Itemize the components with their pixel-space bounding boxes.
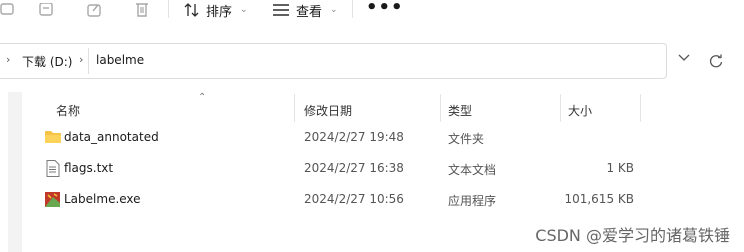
command-bar: 排序 ⌄ 查看 ⌄ ••• bbox=[0, 0, 744, 24]
file-row[interactable]: flags.txt 2024/2/27 16:38 文本文档 1 KB bbox=[30, 153, 650, 183]
sort-dropdown[interactable]: 排序 ⌄ bbox=[184, 0, 248, 20]
copy-icon bbox=[39, 3, 53, 16]
sort-label: 排序 bbox=[206, 4, 233, 20]
file-date: 2024/2/27 10:56 bbox=[304, 192, 404, 206]
chevron-down-icon: ⌄ bbox=[240, 5, 248, 15]
chevron-right-icon[interactable]: › bbox=[6, 53, 10, 66]
refresh-button[interactable] bbox=[708, 53, 724, 73]
file-row[interactable]: Labelme.exe 2024/2/27 10:56 应用程序 101,615… bbox=[30, 184, 650, 214]
more-options-button[interactable]: ••• bbox=[366, 0, 404, 17]
file-date: 2024/2/27 16:38 bbox=[304, 161, 404, 175]
file-size: 101,615 KB bbox=[564, 192, 634, 206]
share-button[interactable] bbox=[86, 0, 104, 20]
toolbar-divider bbox=[352, 0, 353, 18]
chevron-right-icon[interactable]: › bbox=[79, 53, 83, 66]
column-header-size[interactable]: 大小 bbox=[568, 102, 592, 119]
delete-button[interactable] bbox=[133, 0, 151, 20]
address-bar-row: › 下载 (D:) › labelme bbox=[0, 43, 744, 79]
chevron-down-icon: ⌄ bbox=[330, 5, 338, 15]
cut-button[interactable] bbox=[0, 0, 16, 20]
breadcrumb-drive[interactable]: 下载 (D:) bbox=[22, 53, 72, 70]
file-type: 文本文档 bbox=[448, 163, 497, 177]
file-type: 应用程序 bbox=[448, 194, 497, 208]
file-name: Labelme.exe bbox=[64, 192, 141, 206]
chevron-down-icon bbox=[678, 54, 690, 61]
cut-icon bbox=[0, 3, 14, 15]
refresh-icon bbox=[709, 54, 723, 68]
file-row[interactable]: data_annotated 2024/2/27 19:48 文件夹 bbox=[30, 122, 650, 152]
file-name: data_annotated bbox=[64, 130, 159, 144]
view-label: 查看 bbox=[296, 4, 323, 20]
breadcrumb-divider bbox=[88, 48, 89, 74]
sort-icon bbox=[184, 3, 199, 17]
column-divider[interactable] bbox=[294, 94, 295, 122]
navigation-pane-edge bbox=[8, 92, 22, 252]
file-date: 2024/2/27 19:48 bbox=[304, 130, 404, 144]
share-icon bbox=[87, 4, 101, 17]
file-type: 文件夹 bbox=[448, 132, 485, 146]
text-file-icon bbox=[46, 160, 60, 177]
toolbar-divider bbox=[168, 0, 169, 18]
breadcrumb-folder[interactable]: labelme bbox=[96, 53, 144, 67]
file-name: flags.txt bbox=[64, 161, 114, 175]
copy-button[interactable] bbox=[38, 0, 56, 20]
watermark-text: CSDN @爱学习的诸葛铁锤 bbox=[535, 226, 730, 245]
exe-app-icon bbox=[45, 192, 60, 207]
column-header-name[interactable]: 名称 bbox=[56, 102, 80, 119]
address-history-dropdown[interactable] bbox=[678, 54, 690, 65]
trash-icon bbox=[136, 3, 148, 17]
file-size: 1 KB bbox=[606, 161, 634, 175]
column-divider[interactable] bbox=[440, 94, 441, 122]
folder-icon bbox=[45, 131, 61, 143]
view-dropdown[interactable]: 查看 ⌄ bbox=[272, 0, 338, 20]
sort-ascending-icon: ⌃ bbox=[198, 92, 207, 103]
column-divider[interactable] bbox=[560, 94, 561, 122]
column-divider[interactable] bbox=[640, 94, 641, 122]
column-header-date[interactable]: 修改日期 bbox=[304, 102, 352, 119]
view-list-icon bbox=[273, 4, 289, 16]
column-header-type[interactable]: 类型 bbox=[448, 102, 472, 119]
address-bar[interactable]: › 下载 (D:) › labelme bbox=[0, 43, 690, 79]
column-header-row: ⌃ 名称 修改日期 类型 大小 bbox=[30, 92, 650, 122]
